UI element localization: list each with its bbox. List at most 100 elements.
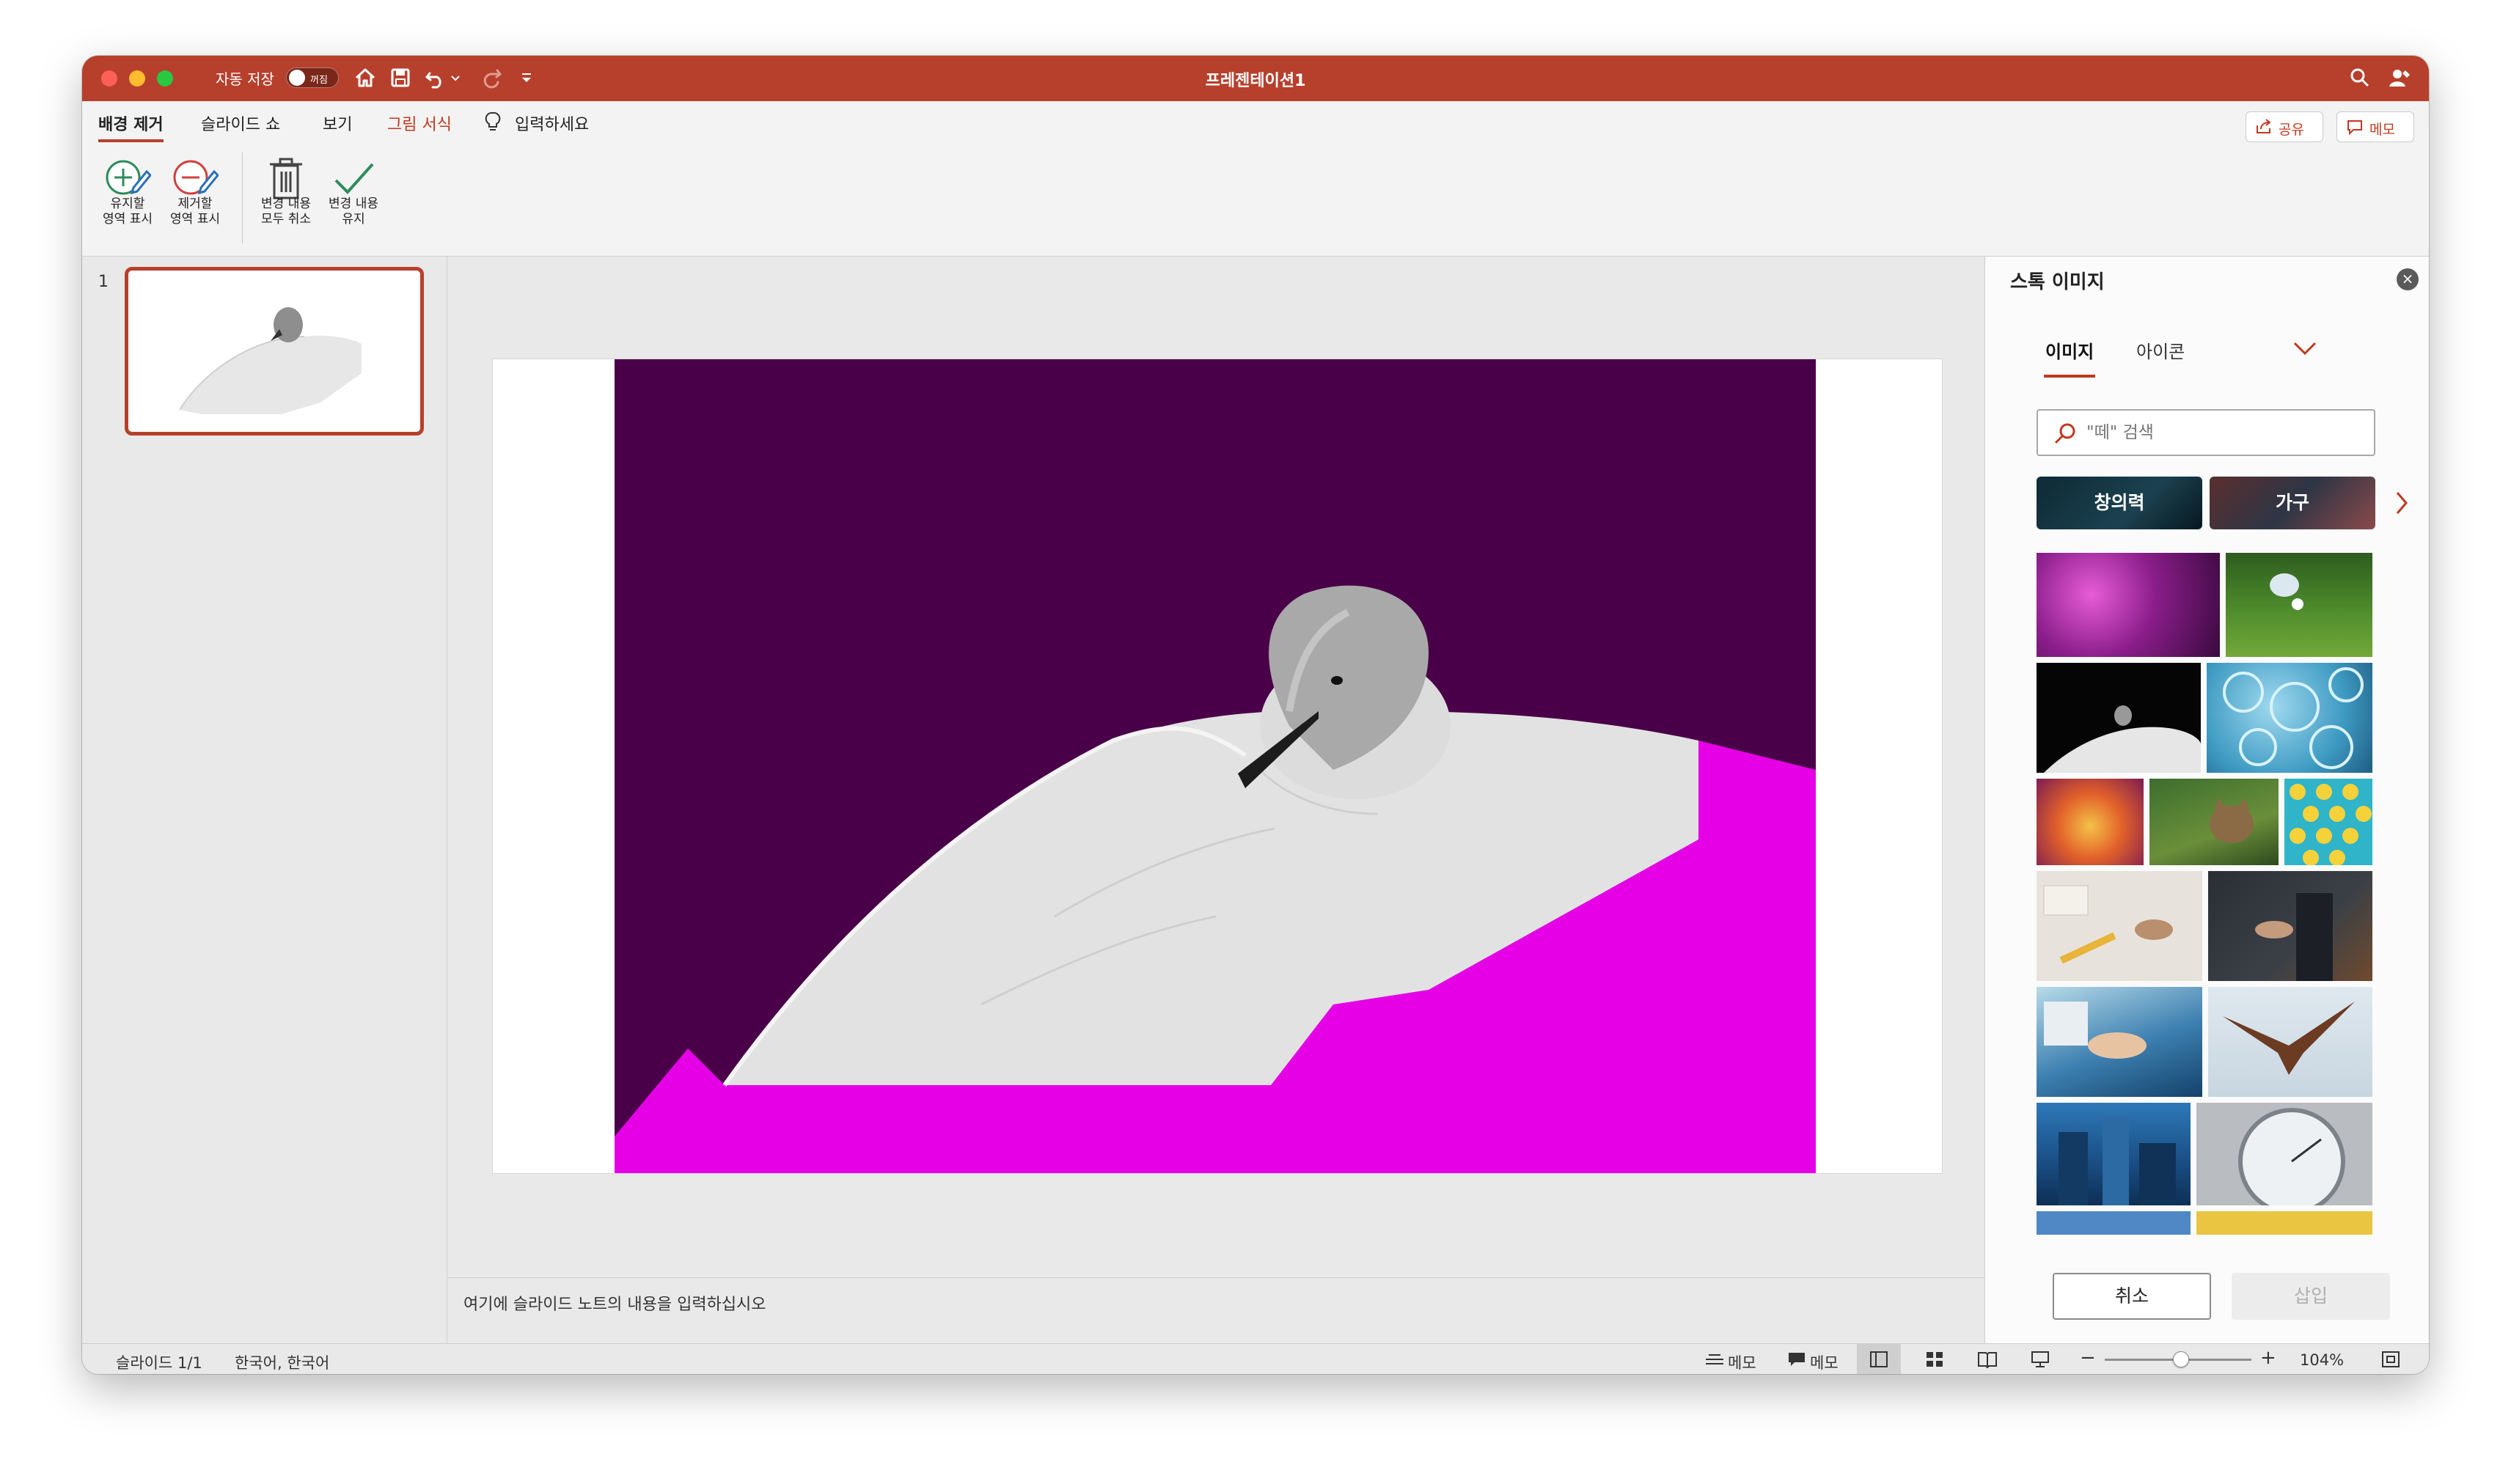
stock-image-yellow-dots[interactable] xyxy=(2284,779,2372,865)
stock-image-stopwatch[interactable] xyxy=(2196,1103,2372,1205)
lightbulb-icon xyxy=(485,111,501,131)
tab-slide-show[interactable]: 슬라이드 쇼 xyxy=(201,111,280,135)
tab-view[interactable]: 보기 xyxy=(323,111,352,135)
comments-button[interactable]: 메모 xyxy=(2336,111,2414,142)
mark-remove-line2: 영역 표시 xyxy=(170,212,220,227)
reading-view-icon[interactable] xyxy=(1977,1350,1998,1369)
zoom-slider-track[interactable] xyxy=(2105,1351,2251,1367)
checkmark-icon xyxy=(334,163,374,194)
mark-keep-line2: 영역 표시 xyxy=(103,212,153,227)
search-icon[interactable] xyxy=(2348,66,2372,89)
slide-canvas[interactable] xyxy=(493,359,1942,1173)
share-button[interactable]: 공유 xyxy=(2246,111,2323,142)
keep-changes-button[interactable]: 변경 내용 유지 xyxy=(317,196,390,227)
chevron-down-icon[interactable] xyxy=(2292,339,2318,358)
discard-all-changes-button[interactable]: 변경 내용 모두 취소 xyxy=(249,196,323,227)
mark-remove-line1: 제거할 xyxy=(177,196,213,211)
handshake-shape xyxy=(2044,1002,2147,1059)
language-indicator[interactable]: 한국어, 한국어 xyxy=(235,1351,329,1373)
dot-pattern xyxy=(2290,784,2372,865)
zoom-out-button[interactable]: − xyxy=(2080,1347,2096,1369)
comments-toggle-label[interactable]: 메모 xyxy=(1810,1351,1839,1373)
swan-mini-shape xyxy=(2044,705,2201,773)
mark-keep-line1: 유지할 xyxy=(110,196,145,211)
stock-image-bubbles[interactable] xyxy=(2207,663,2372,773)
discard-line1: 변경 내용 xyxy=(261,196,311,211)
fit-to-window-icon[interactable] xyxy=(2380,1350,2401,1369)
normal-view-button[interactable] xyxy=(1857,1344,1901,1374)
slideshow-icon[interactable] xyxy=(2030,1350,2050,1369)
mark-keep-pencil-icon xyxy=(106,160,151,195)
slide-number: 1 xyxy=(98,273,109,291)
bird-shape xyxy=(2223,1002,2355,1075)
stock-image-handshake[interactable] xyxy=(2037,987,2202,1097)
swan-thumbnail-image xyxy=(179,307,362,414)
stock-image-skyscrapers[interactable] xyxy=(2037,1103,2191,1205)
mark-remove-pencil-icon xyxy=(173,160,219,195)
buildings-shape xyxy=(2059,1117,2176,1205)
status-bar: 슬라이드 1/1 한국어, 한국어 메모 메모 − + 104% xyxy=(82,1343,2429,1374)
notes-placeholder: 여기에 슬라이드 노트의 내용을 입력하십시오 xyxy=(463,1296,766,1314)
slide-sorter-icon[interactable] xyxy=(1924,1350,1945,1369)
stock-image-swan[interactable] xyxy=(2037,663,2201,773)
stopwatch-shape xyxy=(2238,1108,2345,1205)
normal-view-icon xyxy=(1870,1351,1888,1367)
slide-thumbnail[interactable] xyxy=(125,267,424,436)
keep-line2: 유지 xyxy=(342,212,365,227)
cat-shape xyxy=(2210,798,2254,843)
tab-icons[interactable]: 아이콘 xyxy=(2136,337,2185,363)
search-icon xyxy=(2054,423,2075,444)
share-label: 공유 xyxy=(2279,122,2304,138)
chevron-right-icon[interactable] xyxy=(2393,490,2411,516)
slide-counter: 슬라이드 1/1 xyxy=(116,1354,202,1372)
ribbon-separator xyxy=(242,153,243,243)
discard-line2: 모두 취소 xyxy=(261,212,311,227)
share-icon xyxy=(2257,119,2271,133)
stock-image-desk-tools[interactable] xyxy=(2037,871,2202,981)
notes-toggle-icon[interactable] xyxy=(1704,1350,1725,1369)
swan-picture[interactable] xyxy=(615,359,1816,1173)
tab-images[interactable]: 이미지 xyxy=(2043,337,2096,378)
tell-me-search[interactable]: 입력하세요 xyxy=(515,111,589,135)
bubbles-pattern xyxy=(2223,667,2364,769)
slide-editor xyxy=(447,257,1984,1277)
notes-pane[interactable]: 여기에 슬라이드 노트의 내용을 입력하십시오 xyxy=(447,1277,1984,1343)
mark-areas-to-keep-button[interactable]: 유지할 영역 표시 xyxy=(91,196,164,227)
stock-images-pane: 스톡 이미지 × 이미지 아이콘 창의력 가구 xyxy=(1984,257,2429,1343)
stock-image-purple-bokeh[interactable] xyxy=(2037,553,2220,657)
comment-icon[interactable] xyxy=(1786,1350,1807,1369)
zoom-in-button[interactable]: + xyxy=(2260,1347,2276,1369)
stock-image-eagle[interactable] xyxy=(2208,987,2372,1097)
keep-line1: 변경 내용 xyxy=(329,196,378,211)
notes-toggle-label[interactable]: 메모 xyxy=(1728,1351,1756,1373)
tab-remove-background[interactable]: 배경 제거 xyxy=(98,111,164,142)
stock-image-golf-ball[interactable] xyxy=(2226,553,2372,657)
comments-label: 메모 xyxy=(2369,122,2395,138)
mark-areas-to-remove-button[interactable]: 제거할 영역 표시 xyxy=(158,196,232,227)
zoom-slider-knob[interactable] xyxy=(2173,1351,2189,1367)
stock-image-partial-2[interactable] xyxy=(2196,1211,2372,1235)
category-chip-creativity[interactable]: 창의력 xyxy=(2037,477,2202,529)
insert-button[interactable]: 삽입 xyxy=(2232,1273,2390,1320)
stock-image-partial-1[interactable] xyxy=(2037,1211,2191,1235)
category-chip-furniture[interactable]: 가구 xyxy=(2210,477,2375,529)
title-bar: 자동 저장 꺼짐 프레젠테이션1 xyxy=(82,56,2429,101)
ribbon: 배경 제거 슬라이드 쇼 보기 그림 서식 입력하세요 공유 메모 유지할 영역… xyxy=(82,101,2429,257)
stock-image-nautilus[interactable] xyxy=(2037,779,2144,865)
close-pane-button[interactable]: × xyxy=(2397,268,2419,290)
pane-title: 스톡 이미지 xyxy=(2010,271,2105,293)
cancel-button[interactable]: 취소 xyxy=(2053,1273,2211,1320)
trash-icon xyxy=(270,158,302,199)
stock-image-cat[interactable] xyxy=(2149,779,2279,865)
document-title: 프레젠테이션1 xyxy=(1205,72,1306,90)
powerpoint-window: 자동 저장 꺼짐 프레젠테이션1 배경 제거 슬라이드 쇼 보기 그림 서식 입… xyxy=(82,56,2429,1374)
stock-search-field[interactable] xyxy=(2037,409,2375,456)
desk-tools-shape xyxy=(2043,885,2173,964)
hands-shape xyxy=(2255,893,2333,981)
slide-thumbnail-pane: 1 xyxy=(82,257,447,1343)
stock-image-businessman[interactable] xyxy=(2208,871,2372,981)
stock-search-input[interactable] xyxy=(2086,421,2365,444)
tab-picture-format[interactable]: 그림 서식 xyxy=(387,111,452,135)
account-icon[interactable] xyxy=(2388,66,2411,89)
zoom-percentage[interactable]: 104% xyxy=(2300,1351,2344,1369)
